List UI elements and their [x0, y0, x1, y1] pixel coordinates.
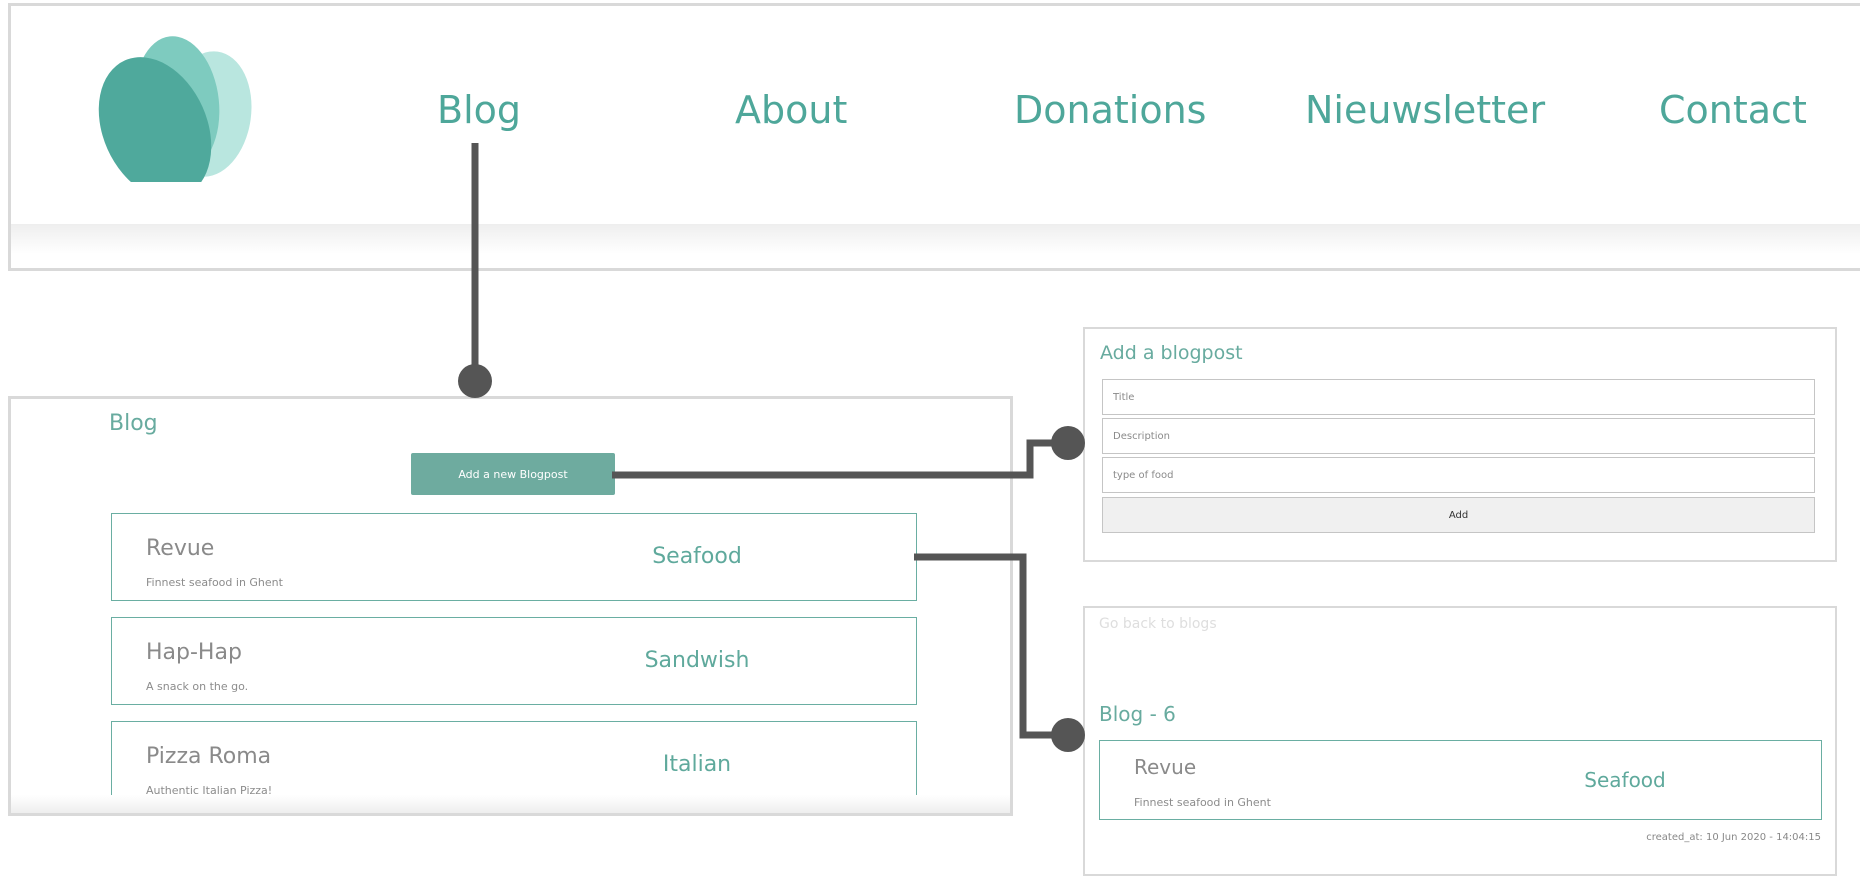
connector-card-to-detail — [914, 553, 1068, 739]
connector-endpoint — [1051, 426, 1085, 460]
connector-add-to-form — [612, 439, 1068, 479]
connector-endpoint — [1051, 718, 1085, 752]
flow-connectors — [458, 143, 1085, 752]
connector-endpoint — [458, 364, 492, 398]
